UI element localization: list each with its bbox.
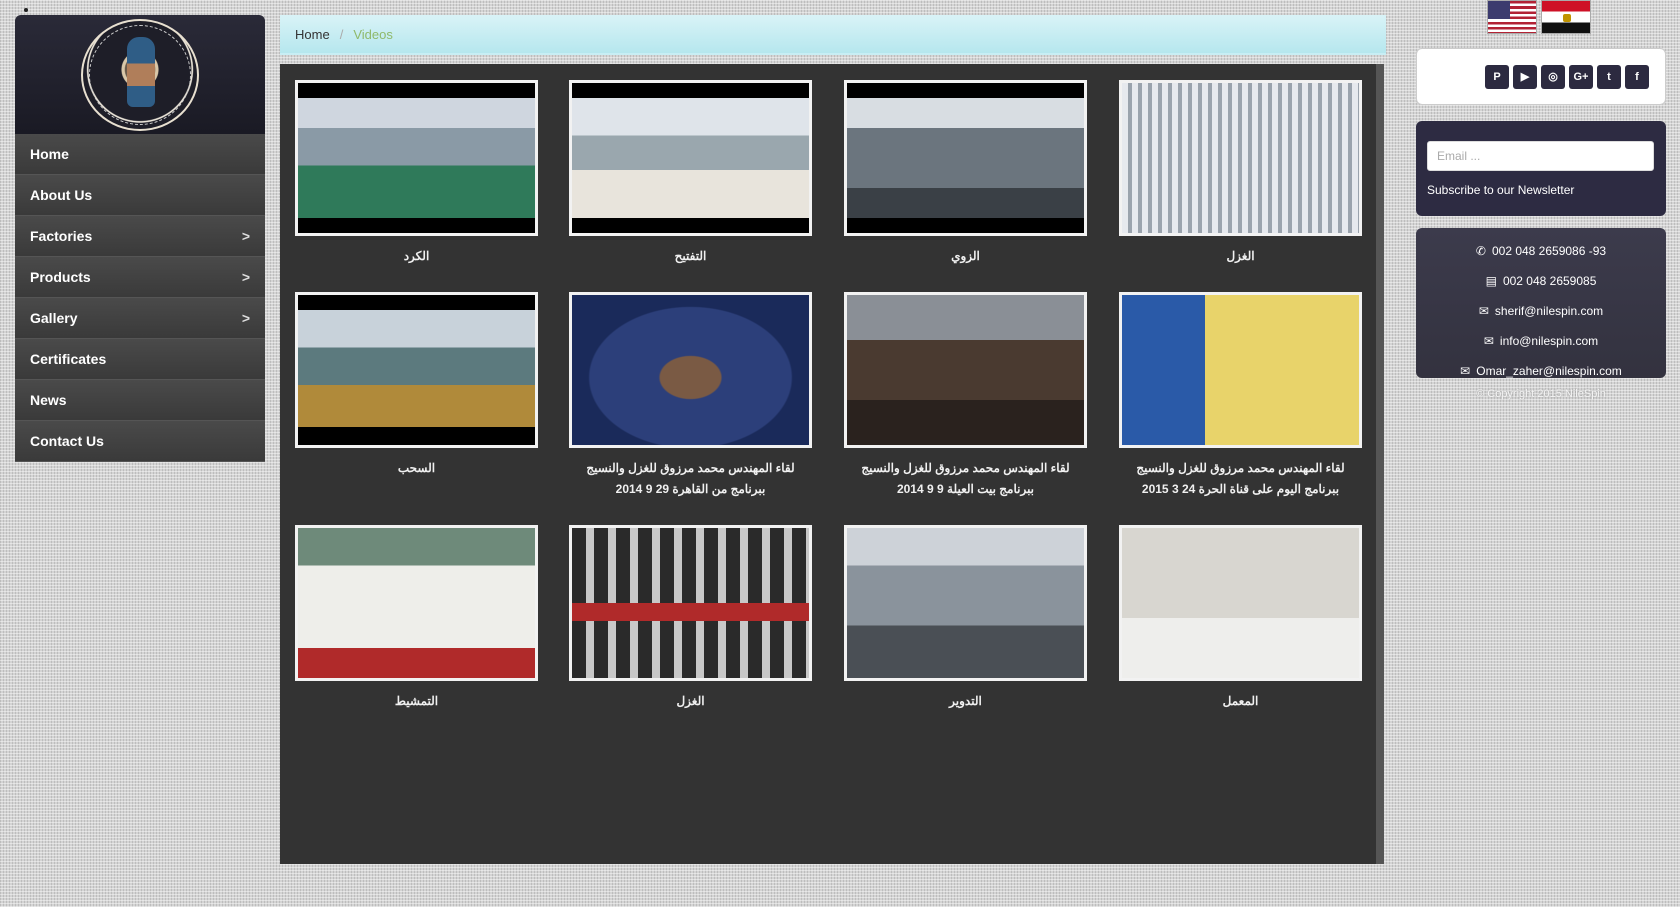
chevron-right-icon: > bbox=[241, 269, 250, 285]
facebook-icon[interactable]: f bbox=[1625, 64, 1649, 89]
contact-email-info[interactable]: ✉ info@nilespin.com bbox=[1416, 326, 1666, 356]
social-links: P ▶ ◎ G+ t f bbox=[1416, 48, 1666, 105]
video-gallery: الكرد التفتيح الزوي الغزل السحب لقاء الم… bbox=[280, 64, 1384, 864]
video-thumbnail[interactable] bbox=[569, 292, 812, 448]
video-caption: الكرد bbox=[403, 249, 430, 263]
chevron-right-icon: > bbox=[241, 310, 250, 326]
video-caption: الغزل bbox=[1226, 249, 1255, 263]
contact-fax: ▤ 002 048 2659085 bbox=[1485, 274, 1597, 288]
youtube-icon[interactable]: ▶ bbox=[1513, 64, 1537, 89]
menu-item-gallery[interactable]: Gallery > bbox=[15, 298, 265, 339]
envelope-icon: ✉ bbox=[1483, 334, 1494, 348]
google-plus-icon[interactable]: G+ bbox=[1569, 64, 1593, 89]
video-card[interactable]: الغزل bbox=[569, 525, 812, 712]
video-thumbnail[interactable] bbox=[1119, 525, 1362, 681]
video-card[interactable]: لقاء المهندس محمد مرزوق للغزل والنسيج بب… bbox=[844, 292, 1087, 500]
video-caption: لقاء المهندس محمد مرزوق للغزل والنسيج بب… bbox=[586, 461, 795, 496]
envelope-icon: ✉ bbox=[1478, 304, 1489, 318]
menu-item-about-us[interactable]: About Us bbox=[15, 175, 265, 216]
instagram-icon[interactable]: ◎ bbox=[1541, 64, 1565, 89]
breadcrumb-separator: / bbox=[339, 26, 344, 42]
video-thumbnail[interactable] bbox=[844, 80, 1087, 236]
video-card[interactable]: الكرد bbox=[295, 80, 538, 267]
menu-item-home[interactable]: Home bbox=[15, 134, 265, 175]
video-card[interactable]: التفتيح bbox=[569, 80, 812, 267]
contact-email-omar[interactable]: ✉ Omar_zaher@nilespin.com bbox=[1416, 356, 1666, 386]
newsletter-panel: Subscribe to our Newsletter bbox=[1416, 121, 1666, 216]
video-card[interactable]: لقاء المهندس محمد مرزوق للغزل والنسيج بب… bbox=[1119, 292, 1362, 500]
envelope-icon: ✉ bbox=[1460, 364, 1471, 378]
fax-icon: ▤ bbox=[1485, 274, 1497, 288]
video-card[interactable]: الزوي bbox=[844, 80, 1087, 267]
logo-emblem bbox=[81, 18, 199, 131]
video-thumbnail[interactable] bbox=[295, 80, 538, 236]
video-caption: المعمل bbox=[1222, 694, 1259, 708]
breadcrumb-current: Videos bbox=[353, 26, 393, 42]
video-card[interactable]: الغزل bbox=[1119, 80, 1362, 267]
video-card[interactable]: التمشيط bbox=[295, 525, 538, 712]
main-menu: Home About Us Factories > Products > Galle… bbox=[15, 134, 265, 462]
contact-email-sherif[interactable]: ✉ sherif@nilespin.com bbox=[1416, 296, 1666, 326]
copyright-text: © Copyright 2015 NileSpin bbox=[1476, 388, 1606, 400]
video-card[interactable]: لقاء المهندس محمد مرزوق للغزل والنسيج بب… bbox=[569, 292, 812, 500]
video-thumbnail[interactable] bbox=[295, 292, 538, 448]
page-dot bbox=[24, 8, 28, 12]
pinterest-icon[interactable]: P bbox=[1485, 64, 1509, 89]
breadcrumb: Home / Videos bbox=[280, 15, 1386, 55]
twitter-icon[interactable]: t bbox=[1597, 64, 1621, 89]
video-thumbnail[interactable] bbox=[569, 525, 812, 681]
video-caption: التدوير bbox=[949, 694, 982, 708]
video-caption: لقاء المهندس محمد مرزوق للغزل والنسيج بب… bbox=[1136, 461, 1345, 496]
english-flag-icon[interactable] bbox=[1487, 0, 1537, 34]
video-thumbnail[interactable] bbox=[569, 80, 812, 236]
newsletter-email-input[interactable] bbox=[1427, 141, 1654, 171]
video-card[interactable]: السحب bbox=[295, 292, 538, 479]
menu-item-certificates[interactable]: Certificates bbox=[15, 339, 265, 380]
video-caption: الزوي bbox=[951, 249, 980, 263]
company-logo[interactable] bbox=[15, 15, 265, 134]
menu-item-news[interactable]: News bbox=[15, 380, 265, 421]
menu-item-factories[interactable]: Factories > bbox=[15, 216, 265, 257]
video-caption: الغزل bbox=[676, 694, 705, 708]
contact-phone: ✆ 002 048 2659086 -93 bbox=[1475, 244, 1607, 258]
video-card[interactable]: المعمل bbox=[1119, 525, 1362, 712]
phone-icon: ✆ bbox=[1475, 244, 1486, 258]
video-thumbnail[interactable] bbox=[844, 292, 1087, 448]
breadcrumb-home-link[interactable]: Home bbox=[295, 27, 330, 42]
contact-panel: ✆ 002 048 2659086 -93 ▤ 002 048 2659085 ✉ s… bbox=[1416, 228, 1666, 378]
video-thumbnail[interactable] bbox=[844, 525, 1087, 681]
menu-item-contact-us[interactable]: Contact Us bbox=[15, 421, 265, 462]
arabic-flag-icon[interactable] bbox=[1541, 0, 1591, 34]
menu-item-products[interactable]: Products > bbox=[15, 257, 265, 298]
video-caption: السحب bbox=[397, 461, 436, 475]
language-switcher bbox=[1487, 0, 1591, 34]
newsletter-label: Subscribe to our Newsletter bbox=[1427, 183, 1575, 197]
video-caption: لقاء المهندس محمد مرزوق للغزل والنسيج بب… bbox=[861, 461, 1070, 496]
video-thumbnail[interactable] bbox=[1119, 292, 1362, 448]
video-thumbnail[interactable] bbox=[295, 525, 538, 681]
video-caption: التمشيط bbox=[394, 694, 439, 708]
video-thumbnail[interactable] bbox=[1119, 80, 1362, 236]
video-caption: التفتيح bbox=[674, 249, 707, 263]
video-card[interactable]: التدوير bbox=[844, 525, 1087, 712]
sidebar: Home About Us Factories > Products > Galle… bbox=[15, 15, 265, 462]
chevron-right-icon: > bbox=[241, 228, 250, 244]
